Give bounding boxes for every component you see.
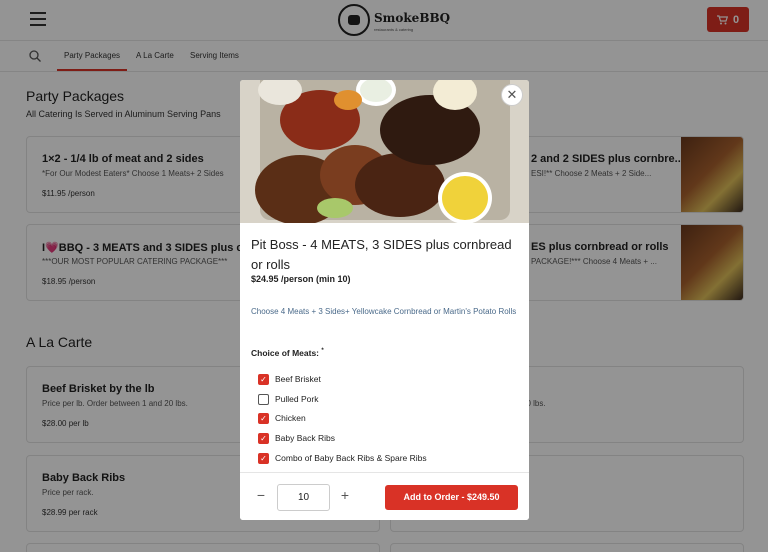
close-icon[interactable]: ✕ <box>501 84 523 106</box>
decrease-quantity-button[interactable]: − <box>253 486 269 504</box>
meat-option[interactable]: ✓ Baby Back Ribs <box>258 431 335 445</box>
checkbox-checked-icon[interactable]: ✓ <box>258 432 269 444</box>
meat-option[interactable]: ✓ Beef Brisket <box>258 372 321 386</box>
bbq-platter-image <box>240 80 529 223</box>
checkbox-checked-icon[interactable]: ✓ <box>258 452 269 464</box>
modal-footer: − 10 + Add to Order - $249.50 <box>240 472 529 520</box>
product-image <box>240 80 529 223</box>
checkbox-unchecked-icon[interactable] <box>258 393 269 405</box>
quantity-input[interactable]: 10 <box>277 484 330 511</box>
meat-option[interactable]: ✓ Combo of Baby Back Ribs & Spare Ribs <box>258 451 427 465</box>
checkbox-checked-icon[interactable]: ✓ <box>258 412 269 424</box>
option-label: Pulled Pork <box>275 394 319 404</box>
option-label: Combo of Baby Back Ribs & Spare Ribs <box>275 453 427 463</box>
modal-description: Choose 4 Meats + 3 Sides+ Yellowcake Cor… <box>251 307 517 316</box>
increase-quantity-button[interactable]: + <box>337 486 353 504</box>
option-label: Baby Back Ribs <box>275 433 335 443</box>
choice-label: Choice of Meats: * <box>251 348 324 358</box>
option-label: Chicken <box>275 413 306 423</box>
modal-price: $24.95 /person (min 10) <box>251 274 351 284</box>
required-mark: * <box>321 348 324 355</box>
meat-option[interactable]: ✓ Chicken <box>258 411 306 425</box>
modal-title: Pit Boss - 4 MEATS, 3 SIDES plus cornbre… <box>251 237 512 272</box>
option-label: Beef Brisket <box>275 374 321 384</box>
product-modal: ✕ Pit Boss - 4 MEATS, 3 SIDES plus cornb… <box>240 80 529 520</box>
add-to-order-button[interactable]: Add to Order - $249.50 <box>385 485 518 510</box>
choice-label-text: Choice of Meats: <box>251 348 320 358</box>
checkbox-checked-icon[interactable]: ✓ <box>258 373 269 385</box>
meat-option[interactable]: Pulled Pork <box>258 392 318 406</box>
